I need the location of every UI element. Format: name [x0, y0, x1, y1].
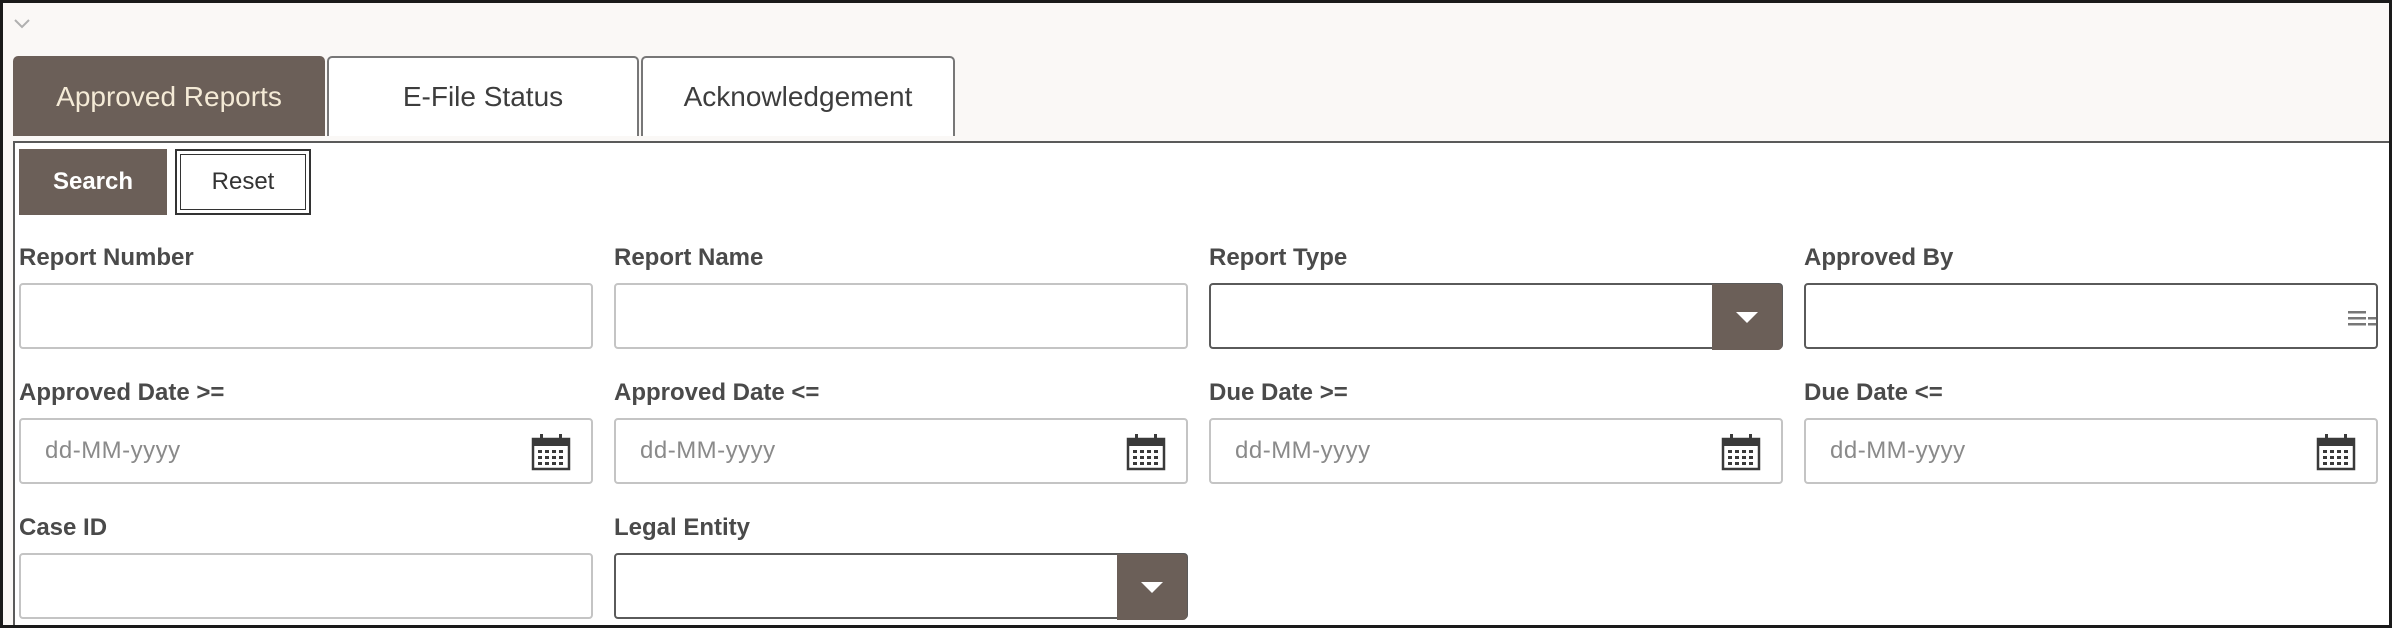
report-number-input[interactable] — [19, 283, 593, 349]
approved-date-from-label: Approved Date >= — [19, 379, 225, 406]
due-date-to-field: Due Date <= dd-MM-yyyy — [1804, 378, 2378, 484]
approved-date-to-label: Approved Date <= — [614, 379, 820, 406]
legal-entity-dropdown-button[interactable] — [1117, 554, 1187, 620]
list-icon[interactable] — [2346, 307, 2376, 329]
report-name-input[interactable] — [614, 283, 1188, 349]
approved-by-input[interactable] — [1804, 283, 2378, 349]
case-id-field: Case ID — [19, 513, 593, 619]
report-number-field: Report Number — [19, 243, 593, 349]
legal-entity-label: Legal Entity — [614, 514, 751, 541]
due-date-to-input[interactable]: dd-MM-yyyy — [1804, 418, 2378, 484]
report-type-select[interactable] — [1209, 283, 1783, 350]
approved-date-to-input[interactable]: dd-MM-yyyy — [614, 418, 1188, 484]
approved-by-field: Approved By — [1804, 243, 2378, 349]
calendar-icon[interactable] — [1126, 433, 1166, 471]
reset-button[interactable]: Reset — [175, 149, 311, 215]
due-date-from-field: Due Date >= dd-MM-yyyy — [1209, 378, 1783, 484]
due-date-from-label: Due Date >= — [1209, 379, 1348, 406]
legal-entity-field: Legal Entity — [614, 513, 1188, 620]
legal-entity-select[interactable] — [614, 553, 1188, 620]
calendar-icon[interactable] — [531, 433, 571, 471]
tab-acknowledgement[interactable]: Acknowledgement — [641, 56, 955, 136]
action-buttons: Search Reset — [19, 149, 311, 215]
search-form: Search Reset Report Number Report Name R… — [13, 141, 2389, 625]
due-date-to-label: Due Date <= — [1804, 379, 1943, 406]
chevron-down-icon[interactable] — [11, 13, 33, 35]
due-date-from-placeholder: dd-MM-yyyy — [1235, 437, 1371, 464]
report-type-field: Report Type — [1209, 243, 1783, 350]
tab-bar: Approved Reports E-File Status Acknowled… — [13, 56, 955, 136]
approved-by-label: Approved By — [1804, 244, 1954, 271]
approved-date-to-field: Approved Date <= dd-MM-yyyy — [614, 378, 1188, 484]
approved-date-to-placeholder: dd-MM-yyyy — [640, 437, 776, 464]
search-panel-frame: Approved Reports E-File Status Acknowled… — [0, 0, 2392, 628]
report-type-label: Report Type — [1209, 244, 1348, 271]
caret-down-icon — [1736, 311, 1758, 323]
calendar-icon[interactable] — [2316, 433, 2356, 471]
report-number-label: Report Number — [19, 244, 194, 271]
report-name-label: Report Name — [614, 244, 764, 271]
case-id-input[interactable] — [19, 553, 593, 619]
approved-date-from-field: Approved Date >= dd-MM-yyyy — [19, 378, 593, 484]
case-id-label: Case ID — [19, 514, 108, 541]
search-button[interactable]: Search — [19, 149, 167, 215]
tab-e-file-status[interactable]: E-File Status — [327, 56, 639, 136]
caret-down-icon — [1141, 581, 1163, 593]
report-type-dropdown-button[interactable] — [1712, 284, 1782, 350]
report-name-field: Report Name — [614, 243, 1188, 349]
approved-date-from-input[interactable]: dd-MM-yyyy — [19, 418, 593, 484]
calendar-icon[interactable] — [1721, 433, 1761, 471]
tab-approved-reports[interactable]: Approved Reports — [13, 56, 325, 136]
due-date-from-input[interactable]: dd-MM-yyyy — [1209, 418, 1783, 484]
due-date-to-placeholder: dd-MM-yyyy — [1830, 437, 1966, 464]
approved-date-from-placeholder: dd-MM-yyyy — [45, 437, 181, 464]
